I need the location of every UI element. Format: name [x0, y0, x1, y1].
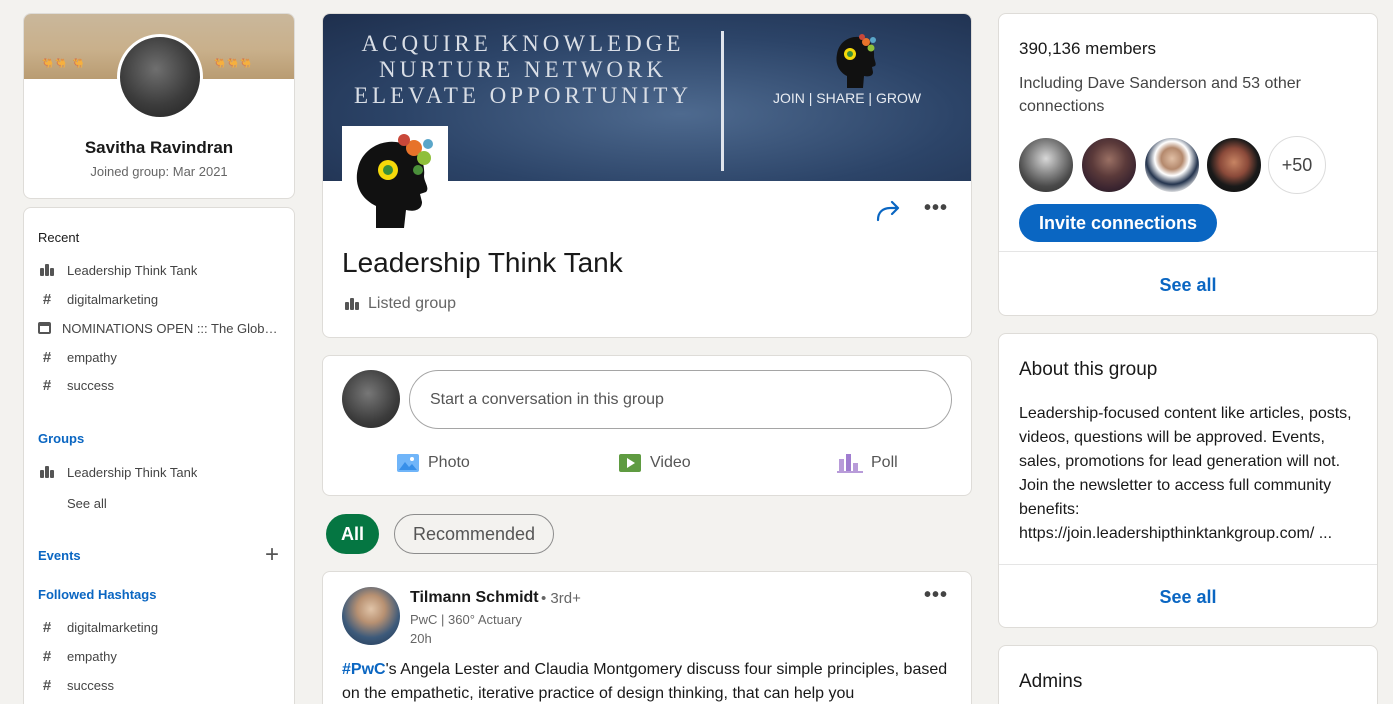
profile-joined-date: Joined group: Mar 2021	[90, 164, 228, 179]
admins-card: Admins	[998, 645, 1378, 704]
banner-slogan: JOIN | SHARE | GROW	[773, 90, 922, 106]
about-see-all-link[interactable]: See all	[999, 587, 1377, 608]
members-count: 390,136 members	[1019, 39, 1157, 58]
group-type-label: Listed group	[368, 295, 457, 312]
hashtag-item-empathy[interactable]: # empathy	[38, 645, 283, 667]
feed-post-card: Tilmann Schmidt • 3rd+ PwC | 360° Actuar…	[322, 571, 972, 704]
group-icon	[38, 466, 56, 478]
hashtag-icon: #	[42, 348, 52, 366]
recent-item-empathy[interactable]: # empathy	[38, 346, 283, 368]
post-author-headline: PwC | 360° Actuary	[410, 612, 522, 627]
members-card: 390,136 members Including Dave Sanderson…	[998, 13, 1378, 316]
head-silhouette-logo-icon	[836, 34, 876, 88]
group-title: Leadership Think Tank	[342, 247, 623, 278]
post-composer-card: Start a conversation in this group Photo…	[322, 355, 972, 496]
hashtag-icon: #	[42, 290, 52, 308]
profile-avatar[interactable]	[117, 34, 203, 120]
invite-connections-button[interactable]: Invite connections	[1019, 204, 1217, 242]
group-header-card: ACQUIRE KNOWLEDGE NURTURE NETWORK ELEVAT…	[322, 13, 972, 338]
group-more-options-icon[interactable]: •••	[924, 197, 948, 220]
hashtag-item-label: digitalmarketing	[67, 619, 159, 635]
calendar-icon	[38, 322, 51, 334]
group-icon	[345, 298, 359, 310]
video-label: Video	[650, 454, 691, 471]
admins-title: Admins	[1019, 671, 1083, 692]
hashtag-icon: #	[42, 618, 52, 636]
hashtag-icon: #	[42, 376, 52, 394]
about-title: About this group	[1019, 359, 1158, 380]
video-button[interactable]: Video	[618, 449, 691, 477]
hashtag-item-label: success	[67, 677, 114, 693]
group-icon	[38, 264, 56, 276]
about-group-card: About this group Leadership-focused cont…	[998, 333, 1378, 628]
banner-line: ELEVATE OPPORTUNITY	[353, 83, 693, 108]
photo-button[interactable]: Photo	[396, 449, 470, 477]
group-type: Listed group	[345, 295, 456, 313]
post-author-name[interactable]: Tilmann Schmidt	[410, 589, 539, 607]
events-heading[interactable]: Events	[38, 548, 81, 563]
post-body: #PwC's Angela Lester and Claudia Montgom…	[342, 658, 957, 704]
hashtag-item-success[interactable]: # success	[38, 674, 283, 696]
recent-item-digitalmarketing[interactable]: # digitalmarketing	[38, 288, 283, 310]
camel-silhouette: 🐫🐫🐫	[214, 58, 254, 68]
head-silhouette-logo-icon	[356, 134, 433, 228]
recent-item-nominations[interactable]: NOMINATIONS OPEN ::: The Global Leadersh…	[38, 317, 283, 339]
poll-icon	[837, 454, 863, 473]
recent-item-label: empathy	[67, 349, 117, 365]
post-more-options-icon[interactable]: •••	[924, 584, 948, 607]
divider	[999, 251, 1377, 252]
poll-label: Poll	[871, 454, 898, 471]
post-author-degree: • 3rd+	[541, 590, 581, 607]
camel-silhouette: 🐫🐫 🐫	[42, 58, 87, 68]
groups-item-label: Leadership Think Tank	[67, 464, 198, 480]
groups-heading[interactable]: Groups	[38, 431, 84, 446]
profile-card: 🐫🐫 🐫 🐫🐫🐫 Savitha Ravindran Joined group:…	[23, 13, 295, 199]
filter-all-tab[interactable]: All	[326, 514, 379, 554]
post-author-avatar[interactable]	[342, 587, 400, 645]
divider	[999, 564, 1377, 565]
post-timestamp: 20h	[410, 631, 432, 646]
photo-icon	[397, 454, 419, 472]
hashtag-item-digitalmarketing[interactable]: # digitalmarketing	[38, 616, 283, 638]
post-body-text: 's Angela Lester and Claudia Montgomery …	[342, 661, 948, 702]
more-connections-badge[interactable]: +50	[1268, 136, 1326, 194]
recent-item-label: digitalmarketing	[67, 291, 159, 307]
recent-item-leadership-think-tank[interactable]: Leadership Think Tank	[38, 259, 283, 281]
filter-recommended-tab[interactable]: Recommended	[394, 514, 554, 554]
followed-hashtags-heading[interactable]: Followed Hashtags	[38, 587, 156, 602]
hashtag-item-label: empathy	[67, 648, 117, 664]
connection-avatar[interactable]	[1143, 136, 1201, 194]
groups-see-all-link[interactable]: See all	[67, 492, 294, 514]
banner-line: ACQUIRE KNOWLEDGE	[361, 31, 685, 56]
share-icon[interactable]	[875, 200, 903, 222]
hashtag-icon: #	[42, 676, 52, 694]
photo-label: Photo	[428, 454, 470, 471]
connection-avatar[interactable]	[1205, 136, 1263, 194]
video-icon	[619, 454, 641, 472]
hashtag-icon: #	[42, 647, 52, 665]
banner-divider	[721, 31, 724, 171]
poll-button[interactable]: Poll	[837, 449, 898, 477]
add-event-plus-icon[interactable]: +	[265, 543, 279, 567]
connection-avatar[interactable]	[1080, 136, 1138, 194]
about-description: Leadership-focused content like articles…	[1019, 405, 1352, 542]
recent-heading: Recent	[38, 230, 80, 245]
sidebar-nav-card: Recent Leadership Think Tank # digitalma…	[23, 207, 295, 704]
recent-item-label: Leadership Think Tank	[67, 262, 198, 278]
post-hashtag-link[interactable]: #PwC	[342, 661, 386, 678]
groups-item-leadership-think-tank[interactable]: Leadership Think Tank	[38, 461, 283, 483]
recent-item-success[interactable]: # success	[38, 374, 283, 396]
connection-avatar[interactable]	[1017, 136, 1075, 194]
recent-item-label: NOMINATIONS OPEN ::: The Global Leadersh…	[62, 320, 283, 336]
start-conversation-input[interactable]: Start a conversation in this group	[409, 370, 952, 429]
composer-avatar[interactable]	[342, 370, 400, 428]
group-logo	[342, 126, 448, 232]
members-connections-text: Including Dave Sanderson and 53 other co…	[1019, 75, 1301, 115]
banner-line: NURTURE NETWORK	[379, 57, 667, 82]
profile-name[interactable]: Savitha Ravindran	[24, 138, 294, 158]
members-see-all-link[interactable]: See all	[999, 275, 1377, 296]
recent-item-label: success	[67, 377, 114, 393]
